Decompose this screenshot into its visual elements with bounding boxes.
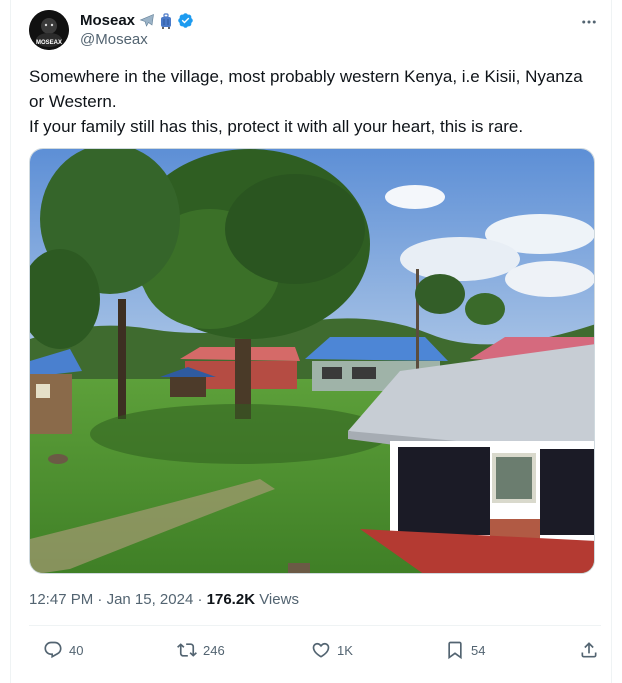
tweet-text-line: Somewhere in the village, most probably … bbox=[29, 67, 583, 111]
tweet-actions: 40 246 1K 54 bbox=[29, 636, 601, 664]
tweet-text-line: If your family still has this, protect i… bbox=[29, 117, 524, 136]
tweet-time[interactable]: 12:47 PM bbox=[29, 591, 93, 608]
heart-icon bbox=[311, 640, 331, 660]
reply-count: 40 bbox=[69, 642, 84, 658]
luggage-emoji-icon bbox=[159, 12, 173, 29]
tweet-photo[interactable] bbox=[29, 148, 595, 574]
views-label: Views bbox=[259, 591, 299, 608]
display-name[interactable]: Moseax bbox=[80, 11, 135, 30]
meta-separator: · bbox=[93, 591, 107, 608]
share-icon bbox=[579, 640, 599, 660]
village-photo-illustration bbox=[30, 149, 594, 573]
more-options-icon[interactable] bbox=[577, 12, 601, 32]
meta-separator: · bbox=[193, 591, 207, 608]
tweet-meta: 12:47 PM · Jan 15, 2024 · 176.2K Views bbox=[29, 590, 299, 610]
retweet-button[interactable]: 246 bbox=[177, 636, 225, 664]
share-button[interactable] bbox=[579, 636, 599, 664]
like-button[interactable]: 1K bbox=[311, 636, 353, 664]
author-handle[interactable]: @Moseax bbox=[80, 30, 194, 50]
views-count[interactable]: 176.2K bbox=[207, 591, 255, 608]
bookmark-icon bbox=[445, 640, 465, 660]
author-names: Moseax @Moseax bbox=[80, 11, 194, 50]
bookmark-button[interactable]: 54 bbox=[445, 636, 485, 664]
tweet-date[interactable]: Jan 15, 2024 bbox=[107, 591, 194, 608]
bookmark-count: 54 bbox=[471, 642, 486, 658]
reply-icon bbox=[43, 640, 63, 660]
retweet-icon bbox=[177, 640, 197, 660]
airplane-emoji-icon bbox=[139, 13, 155, 29]
retweet-count: 246 bbox=[203, 642, 225, 658]
verified-badge-icon[interactable] bbox=[177, 12, 194, 29]
divider bbox=[29, 625, 601, 626]
avatar-logo-text: MOSEAX bbox=[36, 40, 62, 46]
like-count: 1K bbox=[337, 642, 353, 658]
tweet-text: Somewhere in the village, most probably … bbox=[29, 64, 601, 139]
tweet-header: MOSEAX Moseax @Moseax bbox=[29, 10, 601, 50]
display-name-row[interactable]: Moseax bbox=[80, 11, 194, 30]
reply-button[interactable]: 40 bbox=[43, 636, 83, 664]
tweet-card: MOSEAX Moseax @Moseax Somewhere in the v… bbox=[10, 0, 612, 683]
avatar[interactable]: MOSEAX bbox=[29, 10, 69, 50]
